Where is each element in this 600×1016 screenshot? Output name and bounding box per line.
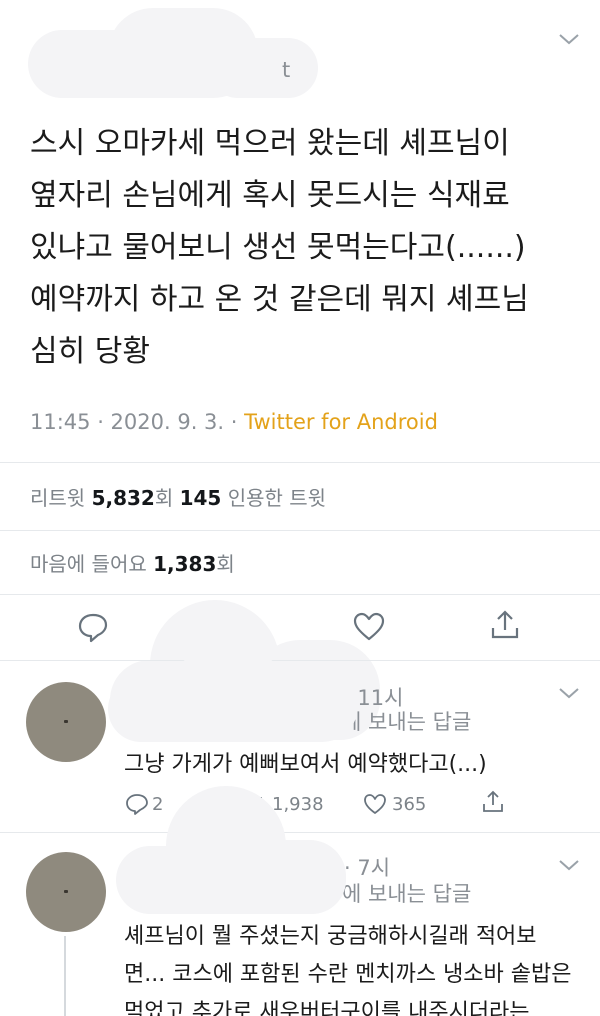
retweet-label: 리트윗 [30,486,92,510]
heart-icon[interactable] [362,792,388,816]
divider [0,462,600,463]
chevron-down-icon[interactable] [556,30,582,48]
retweet-count: 5,832 [91,486,155,510]
reply-icon[interactable] [76,610,110,644]
reply-text-line: 그냥 가게가 예뻐보여서 예약했다고(...) [124,752,487,777]
tweet-line: 심히 당황 [30,334,150,369]
avatar[interactable] [26,682,106,762]
retweet-stats[interactable]: 리트윗 5,832회 145 인용한 트윗 [30,482,326,511]
tweet-timestamp: 11:45 · 2020. 9. 3. · [30,410,245,434]
share-icon[interactable] [488,608,522,642]
like-label: 마음에 들어요 [30,552,154,576]
retweet-unit: 회 [154,486,180,510]
reply-text-line: 면... 코스에 포함된 수란 멘치까스 냉소바 솥밥은 [124,962,572,987]
obscured-region [116,786,356,914]
like-count: 365 [392,794,427,815]
divider [0,594,600,595]
reply-to-label: 에 보내는 답글 [342,710,472,734]
reply-text: 셰프님이 뭘 주셨는지 궁금해하시길래 적어보 면... 코스에 포함된 수란 … [124,918,572,1016]
share-icon[interactable] [480,790,506,814]
like-count: 1,383 [153,552,217,576]
thread-line [64,936,66,1016]
tweet-line: 있냐고 물어보니 생선 못먹는다고(......) [30,230,526,265]
tweet-line: 옆자리 손님에게 혹시 못드시는 식재료 [30,178,510,213]
tweet-source-link[interactable]: Twitter for Android [244,410,438,434]
author-handle: t [282,58,291,82]
quote-label: 인용한 트윗 [221,486,327,510]
author-avatar-obscured[interactable] [28,8,318,98]
chevron-down-icon[interactable] [556,856,582,874]
reply-text: 그냥 가게가 예뻐보여서 예약했다고(...) [124,746,487,784]
tweet-meta: 11:45 · 2020. 9. 3. · Twitter for Androi… [30,410,438,434]
tweet-line: 예약까지 하고 온 것 같은데 뭐지 셰프님 [30,282,529,317]
reply-to-label: 에 보내는 답글 [342,882,472,906]
tweet-line: 스시 오마카세 먹으러 왔는데 셰프님이 [30,126,510,161]
like-stats[interactable]: 마음에 들어요 1,383회 [30,548,235,577]
obscured-region [108,650,358,742]
avatar[interactable] [26,852,106,932]
reply-text-line: 먹었고 추가로 새우버터구이를 내주시더라는. [124,1000,537,1016]
quote-count: 145 [179,486,222,510]
like-unit: 회 [216,552,235,576]
chevron-down-icon[interactable] [556,684,582,702]
tweet-text: 스시 오마카세 먹으러 왔는데 셰프님이 옆자리 손님에게 혹시 못드시는 식재… [30,118,590,378]
reply-text-line: 셰프님이 뭘 주셨는지 궁금해하시길래 적어보 [124,924,537,949]
divider [0,530,600,531]
